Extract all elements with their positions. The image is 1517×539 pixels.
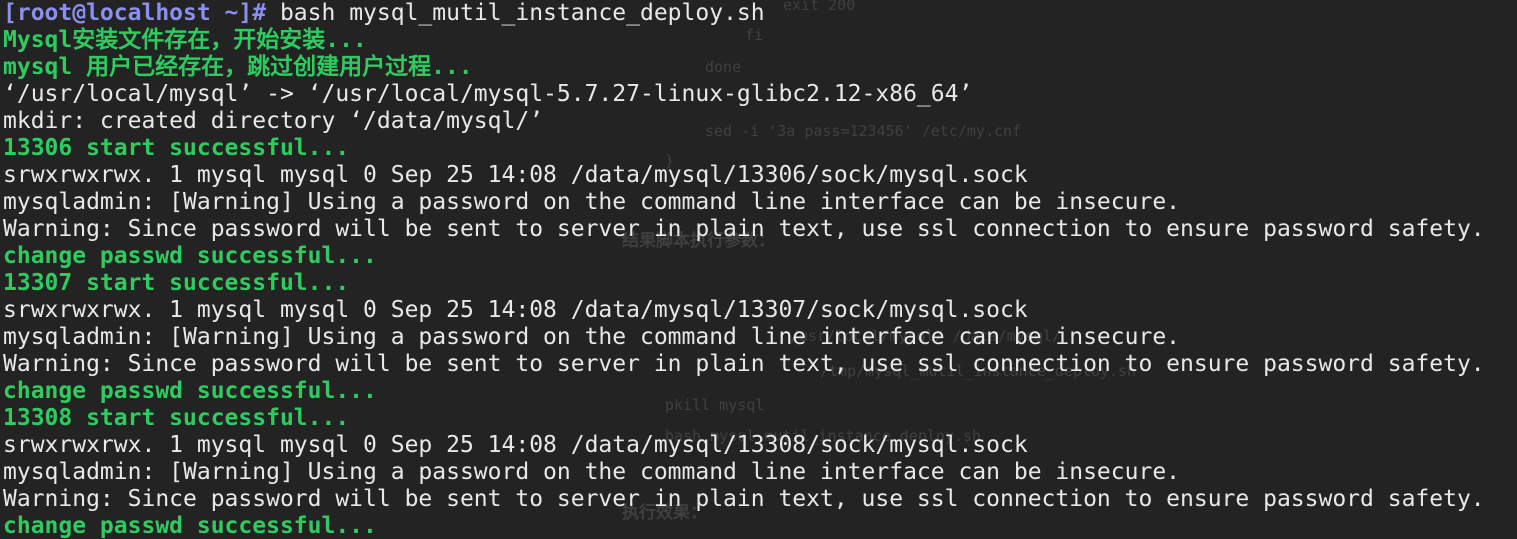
command-line: [root@localhost ~]# bash mysql_mutil_ins…	[3, 0, 1485, 27]
output-line-success: 13307 start successful...	[3, 270, 350, 296]
output-line: mysqladmin: [Warning] Using a password o…	[3, 459, 1181, 485]
shell-prompt: [root@localhost ~]#	[3, 0, 267, 26]
output-line: mysqladmin: [Warning] Using a password o…	[3, 189, 1181, 215]
output-line-success: change passwd successful...	[3, 513, 377, 539]
output-line: srwxrwxrwx. 1 mysql mysql 0 Sep 25 14:08…	[3, 162, 1028, 188]
output-line: Warning: Since password will be sent to …	[3, 351, 1485, 377]
output-line: mysqladmin: [Warning] Using a password o…	[3, 324, 1181, 350]
output-line-success: 13306 start successful...	[3, 135, 350, 161]
output-line-success: change passwd successful...	[3, 378, 377, 404]
command-text: bash mysql_mutil_instance_deploy.sh	[266, 0, 765, 26]
output-line-success: 13308 start successful...	[3, 405, 350, 431]
output-line: srwxrwxrwx. 1 mysql mysql 0 Sep 25 14:08…	[3, 297, 1028, 323]
output-line-success: change passwd successful...	[3, 243, 377, 269]
output-line: srwxrwxrwx. 1 mysql mysql 0 Sep 25 14:08…	[3, 432, 1028, 458]
terminal-window[interactable]: exit 200 fi done sed -i '3a pass=123456'…	[0, 0, 1517, 539]
output-line-success: mysql 用户已经存在，跳过创建用户过程...	[3, 54, 473, 80]
output-line: ‘/usr/local/mysql’ -> ‘/usr/local/mysql-…	[3, 81, 973, 107]
output-line: Warning: Since password will be sent to …	[3, 216, 1485, 242]
terminal-output[interactable]: [root@localhost ~]# bash mysql_mutil_ins…	[3, 0, 1485, 539]
output-line: mkdir: created directory ‘/data/mysql/’	[3, 108, 544, 134]
output-line: Warning: Since password will be sent to …	[3, 486, 1485, 512]
output-line-success: Mysql安装文件存在，开始安装...	[3, 27, 367, 53]
